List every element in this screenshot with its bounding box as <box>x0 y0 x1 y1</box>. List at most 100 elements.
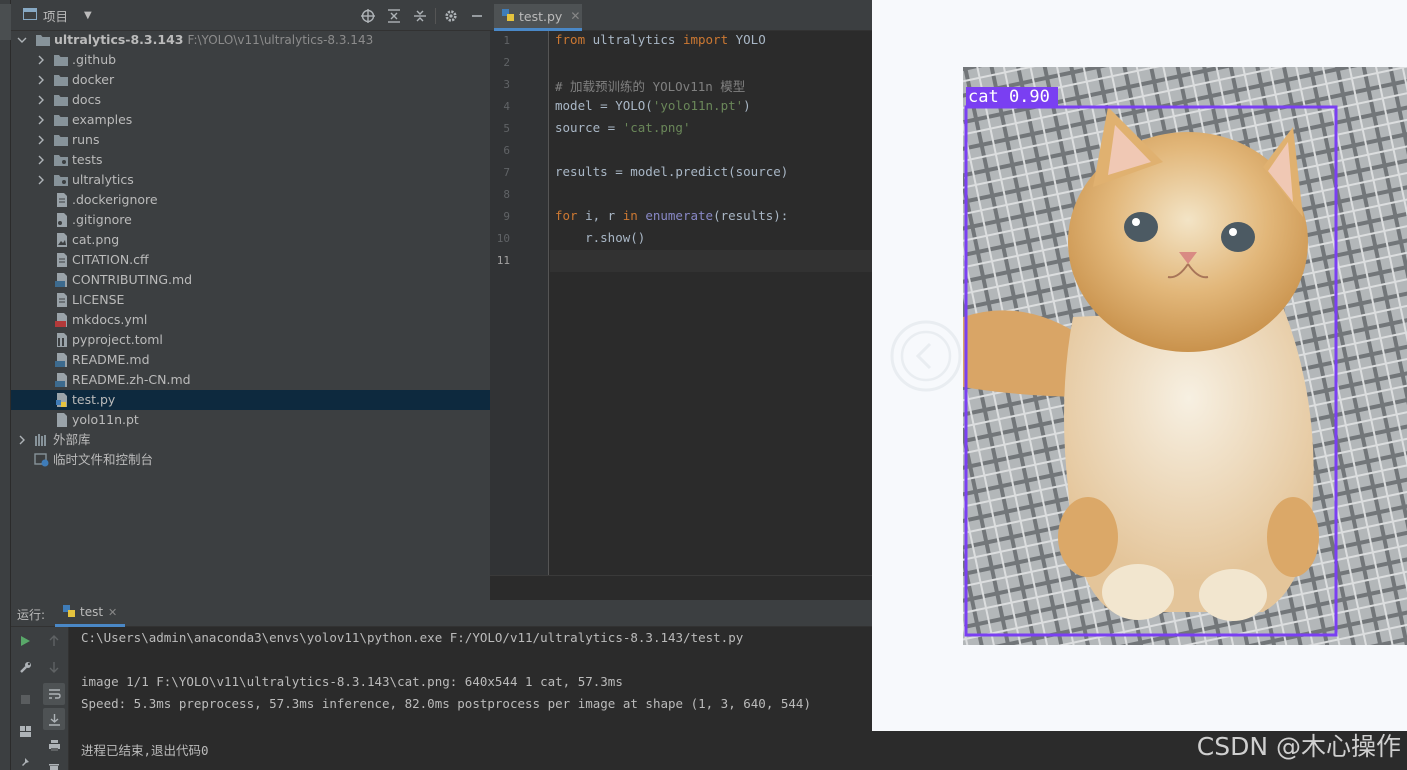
tree-row-yolo11n[interactable]: yolo11n.pt <box>11 410 490 430</box>
chevron-right-icon[interactable] <box>36 115 46 125</box>
project-panel: 项目 ▼ ultralytics-8.3.143 F:\YOLO\v11\ult… <box>11 0 490 600</box>
chevron-right-icon[interactable] <box>17 435 27 445</box>
python-file-icon <box>63 604 75 620</box>
chevron-down-icon[interactable]: ▼ <box>84 10 92 21</box>
tree-row-license[interactable]: LICENSE <box>11 290 490 310</box>
run-toolbar-secondary <box>39 627 69 770</box>
gear-icon[interactable] <box>438 0 464 31</box>
editor-tab-test-py[interactable]: test.py ✕ <box>494 4 582 31</box>
chevron-down-icon[interactable] <box>17 35 27 45</box>
close-icon[interactable]: ✕ <box>108 606 117 619</box>
previous-image-button[interactable] <box>890 320 962 392</box>
wrench-icon[interactable] <box>14 656 36 678</box>
markdown-file-icon <box>55 373 71 387</box>
chevron-right-icon[interactable] <box>36 175 46 185</box>
tree-label: .dockerignore <box>72 192 158 207</box>
code-line-1: from ultralytics import YOLO <box>555 32 766 47</box>
line-number-current: 11 <box>496 254 510 267</box>
layout-icon[interactable] <box>14 720 36 742</box>
line-number: 2 <box>503 56 510 69</box>
tree-row-github[interactable]: .github <box>11 50 490 70</box>
code-line-10: r.show() <box>555 230 646 245</box>
line-number: 7 <box>503 166 510 179</box>
chevron-right-icon[interactable] <box>36 155 46 165</box>
arrow-up-icon[interactable] <box>43 630 65 652</box>
project-view-icon <box>23 7 37 23</box>
line-number: 9 <box>503 210 510 223</box>
tree-row-dockerignore[interactable]: .dockerignore <box>11 190 490 210</box>
arrow-down-icon[interactable] <box>43 656 65 678</box>
current-line-highlight <box>550 250 872 272</box>
tree-row-root[interactable]: ultralytics-8.3.143 F:\YOLO\v11\ultralyti… <box>11 30 490 50</box>
tree-row-docs[interactable]: docs <box>11 90 490 110</box>
tree-row-scratches[interactable]: 临时文件和控制台 <box>11 450 490 470</box>
package-folder-icon <box>53 153 69 167</box>
run-tab-test[interactable]: test ✕ <box>55 600 125 627</box>
code-line-4: model = YOLO('yolo11n.pt') <box>555 98 751 113</box>
tree-label: cat.png <box>72 232 120 247</box>
tree-label: examples <box>72 112 133 127</box>
scroll-to-end-icon[interactable] <box>43 708 65 730</box>
tree-row-contributing[interactable]: CONTRIBUTING.md <box>11 270 490 290</box>
watermark: CSDN @木心操作 <box>1196 732 1401 761</box>
folder-icon <box>53 53 69 67</box>
tree-row-pyproject[interactable]: pyproject.toml <box>11 330 490 350</box>
folder-icon <box>53 93 69 107</box>
stop-icon[interactable] <box>14 688 36 710</box>
print-icon[interactable] <box>43 734 65 756</box>
tree-label: README.zh-CN.md <box>72 372 191 387</box>
project-strip-tab[interactable] <box>0 4 11 40</box>
chevron-right-icon[interactable] <box>36 55 46 65</box>
tree-row-mkdocs[interactable]: mkdocs.yml <box>11 310 490 330</box>
tree-row-external-libraries[interactable]: 外部库 <box>11 430 490 450</box>
tree-row-ultralytics[interactable]: ultralytics <box>11 170 490 190</box>
yaml-file-icon <box>55 313 71 327</box>
pin-icon[interactable] <box>14 752 36 770</box>
editor-breadcrumb-bar <box>490 575 872 600</box>
python-file-icon <box>502 8 514 24</box>
tree-label: .gitignore <box>72 212 132 227</box>
tree-row-cat-png[interactable]: cat.png <box>11 230 490 250</box>
tree-row-test-py[interactable]: test.py <box>11 390 490 410</box>
line-number: 3 <box>503 78 510 91</box>
library-icon <box>34 433 50 447</box>
tree-row-readme[interactable]: README.md <box>11 350 490 370</box>
tree-label: 临时文件和控制台 <box>53 452 154 467</box>
trash-icon[interactable] <box>43 758 65 770</box>
soft-wrap-icon[interactable] <box>43 683 65 705</box>
locate-target-icon[interactable] <box>355 0 381 31</box>
tree-row-tests[interactable]: tests <box>11 150 490 170</box>
expand-all-icon[interactable] <box>381 0 407 31</box>
run-console-output[interactable]: C:\Users\admin\anaconda3\envs\yolov11\py… <box>81 627 872 770</box>
close-icon[interactable]: ✕ <box>570 9 580 23</box>
run-toolbar-primary <box>11 627 39 770</box>
tree-row-citation[interactable]: CITATION.cff <box>11 250 490 270</box>
tree-row-gitignore[interactable]: .gitignore <box>11 210 490 230</box>
tree-label: CITATION.cff <box>72 252 149 267</box>
collapse-all-icon[interactable] <box>407 0 433 31</box>
code-line-9: for i, r in enumerate(results): <box>555 208 789 223</box>
tree-label: docs <box>72 92 101 107</box>
toml-file-icon <box>55 333 71 347</box>
folder-icon <box>53 113 69 127</box>
run-tab-label: test <box>80 605 104 619</box>
tree-label: pyproject.toml <box>72 332 163 347</box>
chevron-right-icon[interactable] <box>36 75 46 85</box>
code-area[interactable]: from ultralytics import YOLO # 加载预训练的 YO… <box>550 31 872 575</box>
tree-row-docker[interactable]: docker <box>11 70 490 90</box>
tree-row-readme-zh[interactable]: README.zh-CN.md <box>11 370 490 390</box>
console-line: Speed: 5.3ms preprocess, 57.3ms inferenc… <box>81 696 811 711</box>
console-line: C:\Users\admin\anaconda3\envs\yolov11\py… <box>81 630 744 645</box>
tree-row-runs[interactable]: runs <box>11 130 490 150</box>
chevron-right-icon[interactable] <box>36 95 46 105</box>
tree-row-examples[interactable]: examples <box>11 110 490 130</box>
line-number: 6 <box>503 144 510 157</box>
hide-panel-icon[interactable] <box>464 0 490 31</box>
image-file-icon <box>55 233 71 247</box>
chevron-right-icon[interactable] <box>36 135 46 145</box>
rerun-play-icon[interactable] <box>14 630 36 652</box>
line-number: 10 <box>496 232 510 245</box>
tree-label: tests <box>72 152 103 167</box>
project-panel-title[interactable]: 项目 <box>43 6 68 25</box>
folder-icon <box>35 33 51 47</box>
